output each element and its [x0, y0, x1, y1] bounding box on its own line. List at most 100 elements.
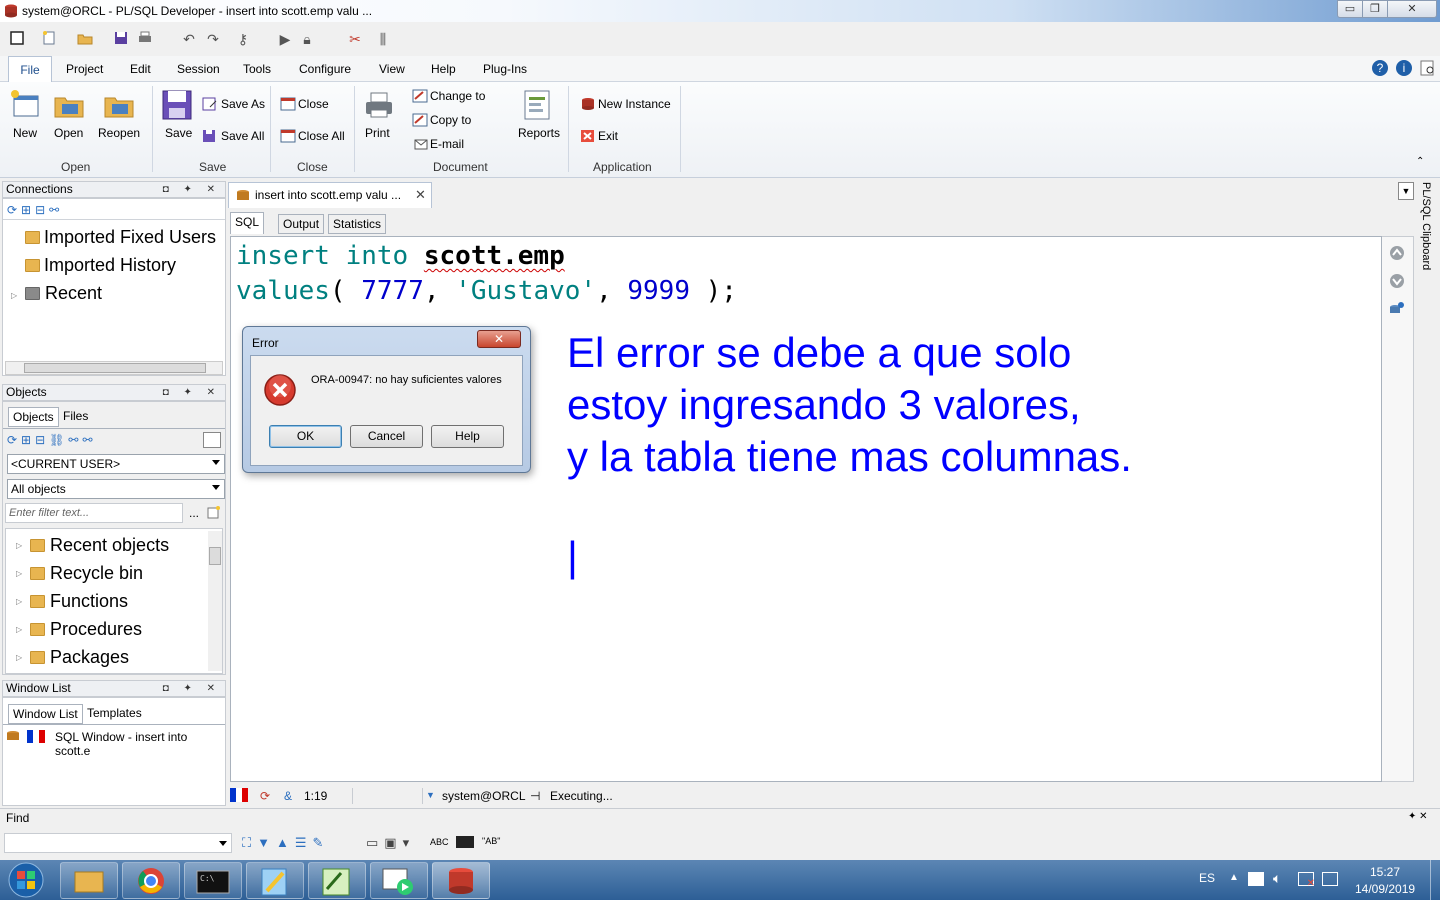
find-option-icons[interactable]: ▭▣▾ [366, 835, 415, 851]
tree-item-imported-history[interactable]: Imported History [44, 255, 176, 276]
network-icon[interactable]: ✕ [1298, 872, 1315, 889]
taskbar-plsql[interactable] [432, 862, 490, 899]
execute-icon[interactable]: ▶ [276, 30, 294, 48]
tree-item-procedures[interactable]: Procedures [50, 619, 142, 640]
plsql-clipboard-side-tab[interactable]: PL/SQL Clipboard [1418, 182, 1438, 282]
lock-icon[interactable]: 🔒︎ [298, 30, 316, 48]
tab-templates[interactable]: Templates [83, 704, 146, 724]
email-button[interactable]: E-mail [430, 137, 464, 151]
collapse-ribbon-icon[interactable]: ⌃ [1416, 156, 1424, 167]
tab-window-list[interactable]: Window List [8, 704, 83, 724]
tree-item-recent-objects[interactable]: Recent objects [50, 535, 169, 556]
save-all-button[interactable]: Save All [221, 129, 264, 143]
new-instance-button[interactable]: New Instance [598, 97, 671, 111]
user-combo[interactable]: <CURRENT USER> [7, 454, 225, 474]
menu-tab-file[interactable]: File [8, 56, 52, 82]
tray-app-icon[interactable] [1248, 872, 1264, 886]
taskbar-editor[interactable] [308, 862, 366, 899]
tab-list-dropdown-icon[interactable]: ▼ [1398, 182, 1414, 200]
maximize-button[interactable]: ❐ [1362, 0, 1388, 18]
tree-item-imported-fixed-users[interactable]: Imported Fixed Users [44, 227, 216, 248]
print-icon[interactable] [136, 30, 154, 48]
reports-button[interactable]: Reports [518, 126, 560, 140]
expand-arrow-icon[interactable]: ▷ [11, 291, 17, 300]
dialog-close-button[interactable]: ✕ [477, 330, 521, 348]
scroll-down-icon[interactable] [1389, 273, 1405, 292]
new-filter-icon[interactable] [207, 505, 221, 522]
taskbar-chrome[interactable] [122, 862, 180, 899]
start-button[interactable] [6, 862, 46, 900]
scroll-up-icon[interactable] [1389, 245, 1405, 264]
help-icon[interactable]: ? [1371, 59, 1389, 80]
menu-tab-plugins[interactable]: Plug-Ins [483, 62, 527, 76]
close-window-button[interactable]: ✕ [1387, 0, 1437, 18]
menu-tab-session[interactable]: Session [177, 62, 220, 76]
connections-toolbar-icons[interactable]: ⟳⊞⊟⚯ [7, 203, 63, 217]
find-input[interactable] [4, 833, 232, 853]
vertical-scrollbar[interactable] [208, 531, 222, 671]
exit-button[interactable]: Exit [598, 129, 618, 143]
tab-output[interactable]: Output [278, 214, 325, 234]
print-button[interactable]: Print [365, 126, 390, 140]
object-type-combo[interactable]: All objects [7, 479, 225, 499]
filter-text-input[interactable]: Enter filter text... [5, 503, 183, 523]
objects-toolbar-icons[interactable]: ⟳⊞⊟⛓⚯⚯ [7, 433, 97, 447]
cancel-button[interactable]: Cancel [350, 425, 423, 448]
open-folder-icon[interactable] [76, 30, 94, 48]
find-toolbar-icons[interactable]: ⛶▼▲☰✎ [242, 835, 329, 851]
undo-icon[interactable]: ↶ [180, 30, 198, 48]
tree-item-packages[interactable]: Packages [50, 647, 129, 668]
tab-statistics[interactable]: Statistics [328, 214, 387, 234]
menu-tab-tools[interactable]: Tools [243, 62, 271, 76]
settings-sliders-icon[interactable]: ⫼ [374, 30, 392, 48]
panel-controls-icon[interactable]: ◘ ✦ ✕ [163, 681, 221, 696]
tab-sql[interactable]: SQL [230, 212, 265, 234]
taskbar-cmd[interactable]: C:\ [184, 862, 242, 899]
refresh-icon[interactable]: ⟳ [260, 789, 270, 803]
menu-tab-project[interactable]: Project [66, 62, 103, 76]
menu-tab-help[interactable]: Help [431, 62, 456, 76]
save-icon[interactable] [112, 30, 130, 48]
minimize-button[interactable]: ▭ [1337, 0, 1363, 18]
new-file-icon[interactable] [40, 30, 58, 48]
volume-icon[interactable]: 🔈︎ [1273, 870, 1281, 887]
clock-time[interactable]: 15:27 [1370, 865, 1400, 879]
regex-button[interactable]: "AB" [482, 836, 500, 846]
tab-objects[interactable]: Objects [8, 407, 59, 427]
close-all-button[interactable]: Close All [298, 129, 345, 143]
reopen-button[interactable]: Reopen [98, 126, 140, 140]
panel-controls-icon[interactable]: ◘ ✦ ✕ [163, 182, 221, 197]
language-indicator[interactable]: ES [1199, 871, 1215, 885]
connection-dropdown-icon[interactable]: ▼ [426, 790, 435, 800]
taskbar-notepad[interactable] [246, 862, 304, 899]
taskbar-media[interactable] [370, 862, 428, 899]
tree-item-recycle-bin[interactable]: Recycle bin [50, 563, 143, 584]
sql-editor[interactable]: insert into scott.emp values( 7777, 'Gus… [230, 236, 1382, 782]
ampersand-icon[interactable]: & [284, 789, 292, 803]
search-help-icon[interactable] [1419, 59, 1437, 80]
show-hidden-icons[interactable]: ▲ [1229, 872, 1239, 883]
horizontal-scrollbar[interactable] [5, 361, 223, 375]
filter-checkbox[interactable] [203, 432, 221, 448]
connection-name[interactable]: system@ORCL [442, 789, 526, 803]
show-desktop-button[interactable] [1430, 860, 1440, 900]
whole-word-icon[interactable] [456, 836, 474, 848]
taskbar-explorer[interactable] [60, 862, 118, 899]
user-db-icon[interactable] [1389, 301, 1405, 320]
open-button[interactable]: Open [54, 126, 83, 140]
filter-more-icon[interactable]: ... [189, 506, 199, 520]
ok-button[interactable]: OK [269, 425, 342, 448]
key-icon[interactable]: ⚷ [234, 30, 252, 48]
break-icon[interactable]: ✂ [346, 30, 364, 48]
window-list-item[interactable]: SQL Window - insert into scott.e [55, 730, 225, 758]
match-case-button[interactable]: ABC [430, 837, 449, 847]
editor-tab[interactable]: insert into scott.emp valu ... ✕ [228, 182, 432, 208]
new-button[interactable]: New [13, 126, 37, 140]
save-as-button[interactable]: Save As [221, 97, 265, 111]
dialog-help-button[interactable]: Help [431, 425, 504, 448]
info-icon[interactable]: i [1395, 59, 1413, 80]
change-to-button[interactable]: Change to [430, 89, 485, 103]
clock-date[interactable]: 14/09/2019 [1355, 882, 1415, 896]
tree-item-functions[interactable]: Functions [50, 591, 128, 612]
tree-item-recent[interactable]: Recent [45, 283, 102, 304]
